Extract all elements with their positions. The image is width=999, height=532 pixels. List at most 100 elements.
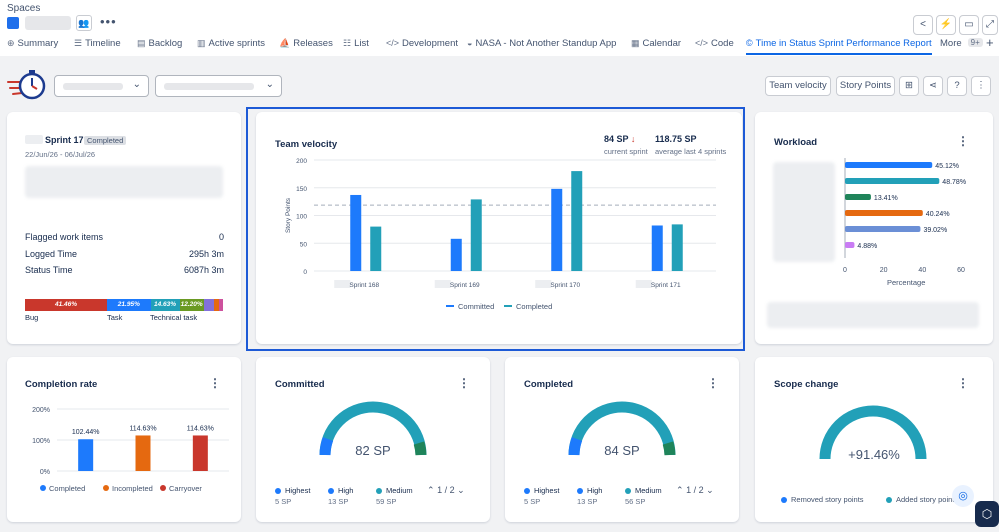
copyright-icon: ©: [746, 38, 753, 48]
workload-bar: [845, 210, 923, 216]
lightning-icon[interactable]: ⚡: [936, 15, 956, 35]
legend-bug: Bug: [25, 313, 39, 322]
board-icon: ▥: [197, 38, 206, 48]
chevron-down-icon: ⌄: [457, 485, 465, 495]
completed-value: 84 SP: [604, 443, 640, 458]
stat-label: Status Time: [25, 265, 73, 275]
stat-label: Logged Time: [25, 249, 78, 259]
pager[interactable]: ⌃ 1 / 2 ⌄: [427, 485, 465, 496]
workload-value: 39.02%: [923, 227, 947, 234]
committed-value: 82 SP: [355, 443, 391, 458]
project-name[interactable]: [25, 16, 71, 30]
workload-value: 45.12%: [935, 163, 959, 170]
legend-item: High: [577, 486, 602, 495]
assistant-icon[interactable]: ⬡: [975, 501, 999, 527]
legend-item: Highest: [275, 486, 310, 495]
chevron-up-icon: ⌃: [676, 485, 684, 495]
tab-summary[interactable]: ⊕ Summary: [7, 38, 58, 55]
filter-select-2[interactable]: ⌄: [155, 75, 282, 97]
help-icon[interactable]: ?: [947, 76, 967, 96]
workload-value: 40.24%: [926, 211, 950, 218]
scope-value: +91.46%: [848, 447, 900, 462]
legend-dot: [376, 488, 382, 495]
story-points-button[interactable]: Story Points: [836, 76, 895, 96]
completion-rate-card: Completion rate ⋮ 0% 100% 200% 102.44% 114.6…: [7, 357, 241, 522]
workload-card: Workload ⋮ 45.12% 48.78% 13.41% 40.24% 39.02…: [755, 112, 993, 344]
tab-more[interactable]: More 9+: [940, 38, 983, 55]
sprint-summary-card: Sprint 171 Completed 22/Jun/26 - 06/Jul/…: [7, 112, 241, 344]
people-icon[interactable]: 👥: [76, 15, 92, 31]
tab-development[interactable]: </> Development: [386, 38, 458, 55]
legend-sub: 13 SP: [577, 497, 598, 506]
tab-releases[interactable]: ⛵ Releases: [279, 38, 333, 55]
legend-technical-task: Technical task: [150, 313, 198, 322]
bar-segment: 21.95%: [107, 299, 151, 311]
tab-nasa[interactable]: ◒ NASA - Not Another Standup App: [467, 38, 616, 55]
code-icon: </>: [386, 38, 400, 48]
legend-dot: [160, 485, 166, 491]
completion-chart: 0% 100% 200% 102.44% 114.63% 114.63% Completed…: [32, 407, 229, 493]
x-tick-label: 40: [918, 267, 926, 274]
team-velocity-button[interactable]: Team velocity: [765, 76, 831, 96]
tab-calendar[interactable]: ▦ Calendar: [631, 38, 681, 55]
more-count-badge: 9+: [967, 38, 983, 47]
share-icon[interactable]: <: [913, 15, 933, 35]
sprint-goal: [25, 166, 223, 198]
legend-sub: 5 SP: [524, 497, 541, 506]
backlog-icon: ▤: [137, 38, 146, 48]
legend-dot: [781, 497, 787, 504]
expand-icon[interactable]: ⤢: [982, 15, 998, 35]
tab-active-sprints[interactable]: ▥ Active sprints: [197, 38, 265, 55]
workload-bar: [845, 242, 855, 248]
more-vertical-icon[interactable]: ⋮: [971, 76, 991, 96]
stat-value: 0: [218, 232, 224, 242]
legend-dot: [40, 485, 46, 491]
legend-item: Medium: [625, 486, 662, 495]
chevron-up-icon: ⌃: [427, 485, 435, 495]
workload-value: 4.88%: [857, 243, 877, 250]
legend-label: Carryover: [169, 484, 202, 493]
tab-time-in-status[interactable]: © Time in Status Sprint Performance Repor…: [746, 38, 932, 55]
sprint-dates: 22/Jun/26 - 06/Jul/26: [25, 150, 96, 159]
timeline-icon: ☰: [74, 38, 83, 48]
ship-icon: ⛵: [279, 38, 291, 48]
tab-list[interactable]: ☷ List: [343, 38, 369, 55]
more-options-icon[interactable]: •••: [100, 14, 117, 29]
tab-code[interactable]: </> Code: [695, 38, 734, 55]
legend-sub: 13 SP: [328, 497, 349, 506]
y-tick-label: 100%: [32, 438, 50, 445]
share-icon[interactable]: ⋖: [923, 76, 943, 96]
sprint-name: Sprint 171: [45, 135, 89, 145]
add-comment-icon[interactable]: ⊞: [899, 76, 919, 96]
add-tab-icon[interactable]: +: [986, 35, 994, 52]
committed-card: Committed ⋮ 82 SP Highest 5 SP High 13 S…: [256, 357, 490, 522]
completed-card: Completed ⋮ 84 SP Highest 5 SP High 13 S…: [505, 357, 739, 522]
project-icon[interactable]: [7, 17, 19, 29]
app-icon: ◒: [467, 38, 473, 48]
workload-bar: [845, 194, 871, 200]
data-label: 114.63%: [187, 425, 214, 432]
legend-item: Medium: [376, 486, 413, 495]
workload-chart: 45.12% 48.78% 13.41% 40.24% 39.02% 4.88% 0 20 40…: [843, 158, 966, 274]
feedback-icon[interactable]: ▭: [959, 15, 979, 35]
filter-select-1[interactable]: ⌄: [54, 75, 149, 97]
x-tick-label: 60: [957, 267, 965, 274]
legend-dot: [577, 488, 583, 495]
legend-sub: 59 SP: [376, 497, 397, 506]
x-tick-label: 0: [843, 267, 847, 274]
work-type-bar: 41.46% 21.95% 14.63% 12.20%: [25, 299, 224, 311]
globe-icon: ⊕: [7, 38, 15, 48]
spaces-label: Spaces: [7, 3, 41, 14]
tab-backlog[interactable]: ▤ Backlog: [137, 38, 182, 55]
tab-bar: ⊕ Summary ☰ Timeline ▤ Backlog ▥ Active spri…: [0, 35, 999, 55]
pager[interactable]: ⌃ 1 / 2 ⌄: [676, 485, 714, 496]
chat-icon[interactable]: ◎: [952, 485, 974, 507]
workload-bar: [845, 226, 921, 232]
legend-dot: [524, 488, 530, 495]
legend-sub: 56 SP: [625, 497, 646, 506]
legend-removed: Removed story points: [781, 495, 864, 504]
chevron-down-icon: ⌄: [706, 485, 714, 495]
tab-timeline[interactable]: ☰ Timeline: [74, 38, 121, 55]
legend-dot: [625, 488, 631, 495]
legend-dot: [886, 497, 892, 504]
